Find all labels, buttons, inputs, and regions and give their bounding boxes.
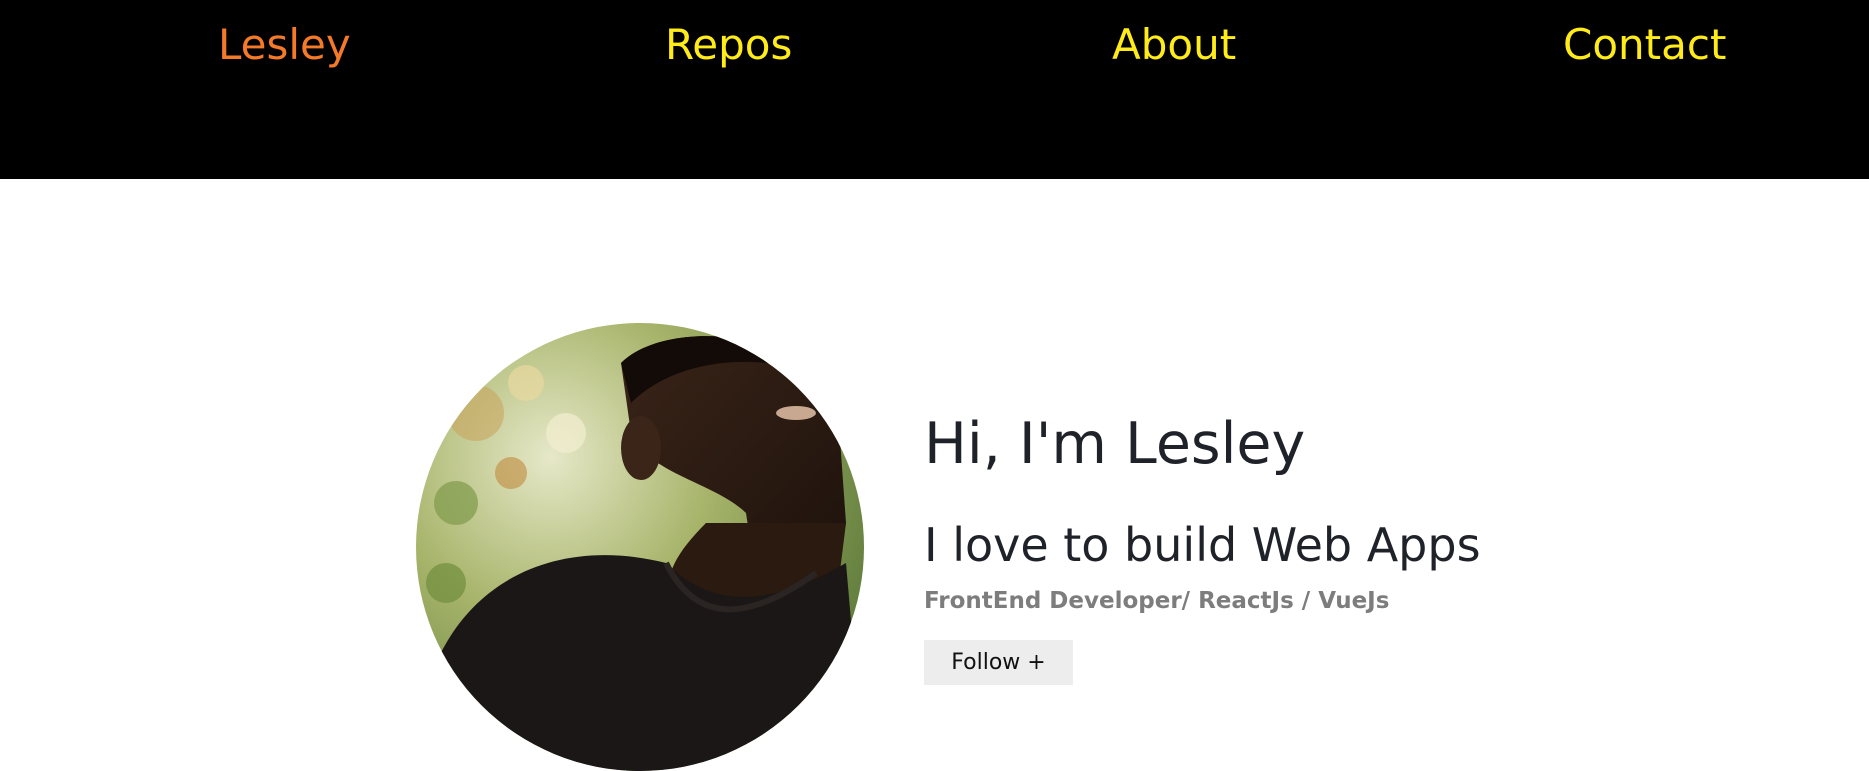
profile-avatar [416,323,864,771]
top-navbar: Lesley Repos About Contact [0,0,1869,179]
brand-link[interactable]: Lesley [218,18,351,72]
nav-link-repos[interactable]: Repos [665,18,792,72]
follow-button[interactable]: Follow + [924,640,1073,685]
profile-photo-image [416,323,864,771]
nav-link-contact[interactable]: Contact [1563,18,1726,72]
role-text: FrontEnd Developer/ ReactJs / VueJs [924,588,1390,614]
tagline-heading: I love to build Web Apps [924,518,1481,572]
greeting-heading: Hi, I'm Lesley [924,411,1306,477]
intro-section: Hi, I'm Lesley I love to build Web Apps … [924,408,1481,685]
nav-link-about[interactable]: About [1112,18,1236,72]
